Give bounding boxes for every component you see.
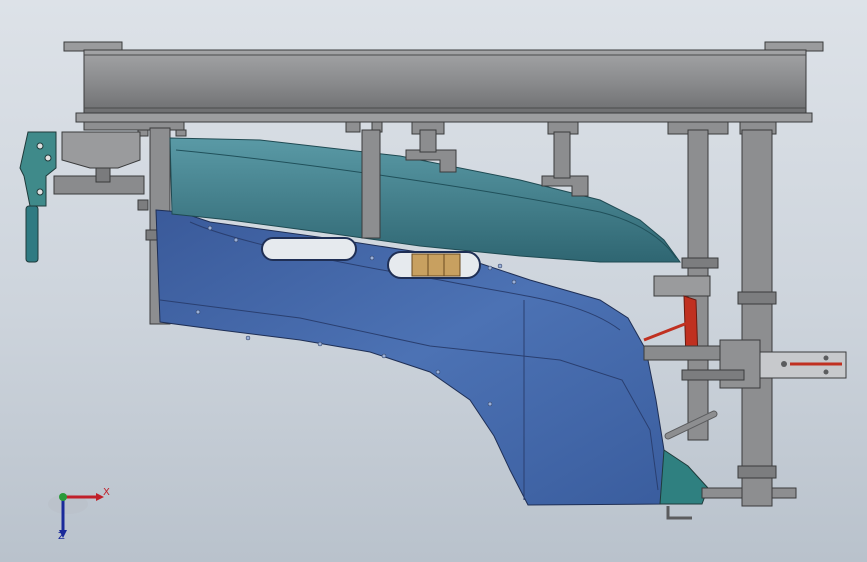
main-beam[interactable] [83,49,807,115]
beam-lower-flange[interactable] [75,112,813,123]
right-post-outer[interactable] [741,129,773,491]
z-axis-label: Z [58,531,65,542]
cad-viewport[interactable]: X Z [0,0,867,562]
x-axis-label: X [103,487,110,498]
orange-insert [411,253,461,277]
teal-lower-corner[interactable] [659,449,709,505]
slot-opening-left[interactable] [261,237,357,261]
left-clamp-assembly[interactable] [19,131,145,263]
middle-post[interactable] [361,129,381,239]
fixture-assembly-model[interactable] [0,0,867,562]
